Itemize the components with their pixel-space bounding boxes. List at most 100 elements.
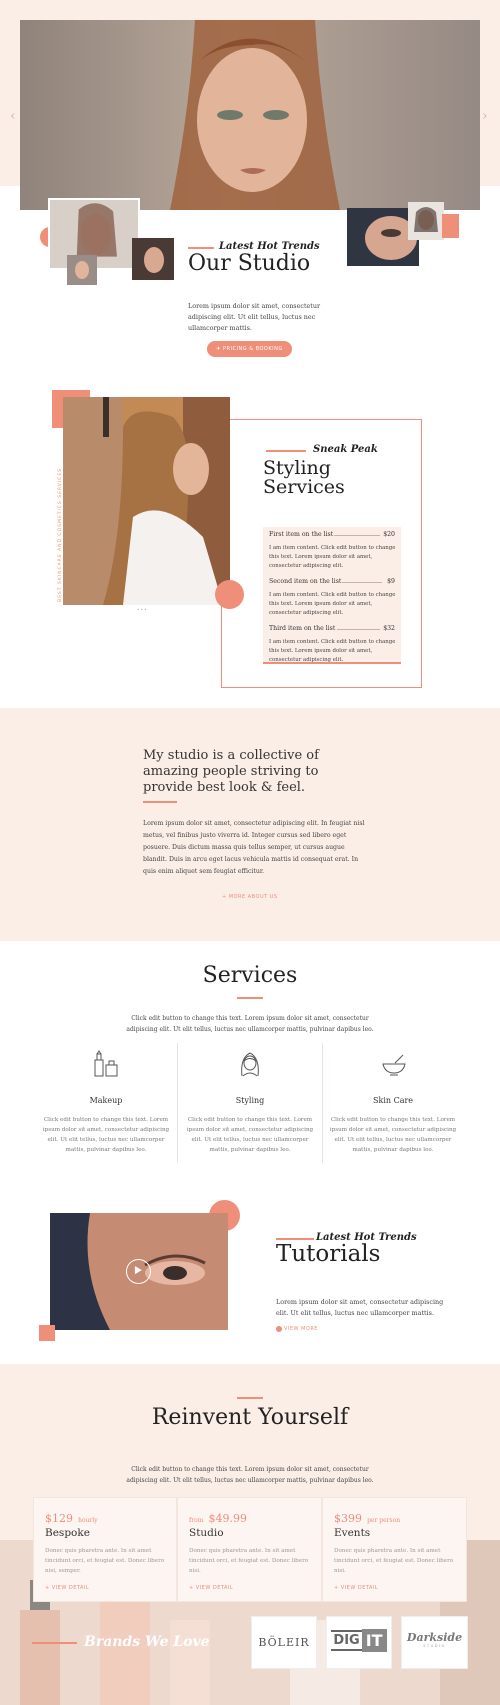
service-styling-title: Styling [235, 1096, 265, 1105]
service-makeup-title: Makeup [89, 1096, 123, 1105]
studio-text: Donec quis pharetra ante. In sit amet [189, 1548, 296, 1554]
studio-price: $49.99 [208, 1512, 247, 1525]
tutorials-title: Tutorials [276, 1241, 381, 1267]
about-body-5: quis enim aliquet sem feugiat efficitur. [143, 868, 265, 875]
column-divider [177, 1043, 178, 1163]
events-view-detail-link[interactable]: + VIEW DETAIL [334, 1585, 378, 1591]
kicker-line-3 [276, 1238, 314, 1240]
carousel-next-arrow[interactable]: › [482, 108, 488, 124]
services-underline [237, 997, 263, 999]
bespoke-price: $129 [45, 1512, 73, 1525]
studio-view-detail-link[interactable]: + VIEW DETAIL [189, 1585, 233, 1591]
about-body-2: metus, vel finibus justo viverra id. Int… [143, 832, 347, 839]
menu-item-price: $9 [387, 578, 395, 585]
menu-item-desc: this text. Lorem ipsum dolor sit amet, [269, 554, 373, 560]
menu-item-title: Second item on the list [269, 578, 342, 585]
slider-dots[interactable]: • • • [137, 607, 147, 612]
studio-text: tincidunt orci, et feugiat est. Donec li… [189, 1558, 309, 1564]
kicker-line [188, 247, 214, 249]
more-about-link[interactable]: + MORE ABOUT US [222, 894, 278, 900]
studio-name: Studio [189, 1527, 224, 1539]
brand-logo-darkside[interactable]: Darkside STUDIO [401, 1616, 468, 1669]
service-text: elit. Ut elit tellus, luctus nec ullamco… [47, 1137, 165, 1143]
bespoke-text: nisi, semper. [45, 1568, 81, 1574]
about-heading-1: My studio is a collective of [143, 748, 319, 763]
brands-title: Brands We Love [84, 1634, 210, 1650]
about-body-4: blandit. Duis in arcu eget lacus vehicul… [143, 856, 359, 863]
service-text: Click edit button to change this text. L… [187, 1117, 313, 1123]
carousel-prev-arrow[interactable]: ‹ [10, 108, 16, 124]
menu-item-title: Third item on the list [269, 625, 336, 632]
digit-logo-it: IT [361, 1629, 387, 1652]
decor-square [442, 214, 459, 238]
menu-item-price: $32 [383, 625, 395, 632]
service-text: elit. Ut elit tellus, luctus nec ullamco… [334, 1137, 452, 1143]
menu-item-desc: consectetur adipiscing elit. [269, 610, 344, 616]
darkside-logo-sub: STUDIO [423, 1644, 446, 1648]
about-body-3: posuere. Duis dictum massa quis tellus s… [143, 844, 345, 851]
services-title: Services [202, 963, 298, 988]
studio-photo-2 [132, 238, 174, 280]
service-text: ipsum dolor sit amet, consectetur adipis… [42, 1127, 170, 1133]
styling-title-2: Services [263, 476, 345, 498]
digit-logo: DIG IT [331, 1629, 387, 1652]
about-underline [143, 801, 177, 803]
events-name: Events [334, 1527, 371, 1539]
menu-item-desc: this text. Lorem ipsum dolor sit amet, [269, 648, 373, 654]
about-body-1: Lorem ipsum dolor sit amet, consectetur … [143, 820, 365, 827]
menu-item-desc: I am item content. Click edit button to … [269, 592, 396, 598]
events-text: tincidunt orci, et feugiat est. Donec li… [334, 1558, 454, 1564]
service-text: ipsum dolor sit amet, consectetur adipis… [329, 1127, 457, 1133]
menu-item-desc: this text. Lorem ipsum dolor sit amet, [269, 601, 373, 607]
bespoke-text: tincidunt orci, et feugiat est. Donec li… [45, 1558, 165, 1564]
service-text: Click edit button to change this text. L… [330, 1117, 456, 1123]
about-heading-3: provide best look & feel. [143, 780, 306, 795]
boleir-logo-text: BÖLEIR [258, 1636, 310, 1649]
studio-text: nisi. [189, 1568, 201, 1574]
service-text: ipsum dolor sit amet, consectetur adipis… [186, 1127, 314, 1133]
bespoke-text: Donec quis pharetra ante. In sit amet [45, 1548, 152, 1554]
brand-logo-boleir[interactable]: BÖLEIR [251, 1616, 317, 1669]
decor-circle-2 [215, 580, 244, 609]
studio-text-1: Lorem ipsum dolor sit amet, consectetur [188, 302, 321, 310]
menu-item-price: $20 [383, 531, 395, 538]
studio-photo-3 [67, 255, 97, 285]
events-price-row: $399 per person [334, 1507, 400, 1526]
digit-logo-text: DIG [331, 1630, 362, 1651]
studio-text-2: adipiscing elit. Ut elit tellus, luctus … [188, 313, 316, 321]
service-text: mattis, pulvinar dapibus leo. [352, 1147, 434, 1153]
view-more-icon [276, 1326, 282, 1332]
service-text: Click edit button to change this text. L… [43, 1117, 169, 1123]
service-skincare-title: Skin Care [372, 1096, 414, 1105]
reinvent-overline [237, 1397, 263, 1399]
events-price: $399 [334, 1512, 362, 1525]
hair-styling-photo [63, 397, 230, 605]
bespoke-view-detail-link[interactable]: + VIEW DETAIL [45, 1585, 89, 1591]
menu-leader-line [334, 535, 380, 536]
events-text: Donec quis pharetra ante. In sit amet [334, 1548, 441, 1554]
studio-title: Our Studio [188, 251, 311, 276]
about-heading-2: amazing people striving to [143, 764, 319, 779]
pricing-booking-button[interactable]: ✈ PRICING & BOOKING [207, 341, 292, 357]
studio-text-3: ullamcorper mattis. [188, 324, 252, 332]
decor-square-3 [39, 1325, 55, 1341]
view-more-link[interactable]: VIEW MORE [284, 1326, 318, 1332]
bespoke-price-row: $129 hourly [45, 1507, 98, 1526]
bespoke-suffix: hourly [78, 1517, 98, 1524]
woman-face-icon [236, 1050, 264, 1078]
darkside-logo-text: Darkside [406, 1631, 463, 1644]
mortar-pestle-icon [381, 1053, 407, 1077]
menu-leader-line [337, 629, 380, 630]
events-suffix: per person [367, 1517, 401, 1524]
brand-logo-digit[interactable]: DIG IT [326, 1616, 392, 1669]
reinvent-intro-2: adipiscing elit. Ut elit tellus, luctus … [126, 1477, 374, 1484]
tutorials-text-2: elit. Ut elit tellus, luctus nec ullamco… [276, 1309, 434, 1317]
services-intro-2: adipiscing elit. Ut elit tellus, luctus … [126, 1026, 374, 1033]
hero-image [20, 20, 480, 210]
brands-line [32, 1642, 77, 1644]
studio-price-row: from $49.99 [189, 1507, 247, 1526]
menu-leader-line [342, 582, 382, 583]
play-icon[interactable] [126, 1259, 151, 1284]
menu-item-desc: I am item content. Click edit button to … [269, 545, 396, 551]
styling-kicker: Sneak Peak [313, 444, 378, 455]
